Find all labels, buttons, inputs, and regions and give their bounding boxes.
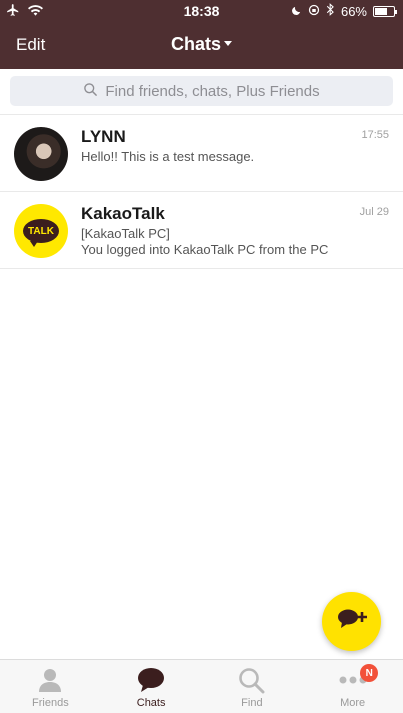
- tab-more[interactable]: More N: [302, 660, 403, 713]
- tab-friends[interactable]: Friends: [0, 660, 101, 713]
- search-icon: [238, 665, 265, 695]
- search-placeholder: Find friends, chats, Plus Friends: [105, 82, 320, 100]
- status-bar: 18:38 66%: [0, 0, 403, 22]
- caret-down-icon: [224, 41, 232, 47]
- avatar: TALK: [14, 204, 68, 258]
- kakaotalk-logo-icon: TALK: [23, 219, 59, 247]
- chat-time: 17:55: [361, 129, 389, 141]
- chat-list: LYNN 17:55 Hello!! This is a test messag…: [0, 115, 403, 269]
- bluetooth-icon: [326, 3, 335, 19]
- new-chat-icon: [337, 608, 367, 635]
- avatar: [14, 127, 68, 181]
- chat-preview-line: [KakaoTalk PC]: [81, 226, 170, 241]
- page-title[interactable]: Chats: [0, 34, 403, 55]
- chat-time: Jul 29: [359, 206, 389, 218]
- moon-icon: [291, 4, 302, 19]
- chat-bubble-icon: [137, 665, 165, 695]
- battery-percent: 66%: [340, 3, 367, 19]
- chat-name: KakaoTalk: [81, 204, 165, 223]
- chat-preview: [KakaoTalk PC] You logged into KakaoTalk…: [81, 226, 328, 258]
- person-icon: [37, 665, 63, 695]
- page-title-label: Chats: [170, 34, 221, 54]
- tab-label: Find: [241, 697, 263, 709]
- tab-bar: Friends Chats Find More N: [0, 659, 403, 713]
- tab-label: More: [340, 697, 366, 709]
- tab-chats[interactable]: Chats: [101, 660, 202, 713]
- chat-name: LYNN: [81, 127, 126, 146]
- chat-preview: Hello!! This is a test message.: [81, 149, 255, 164]
- search-bar-container: Find friends, chats, Plus Friends: [0, 69, 403, 115]
- navigation-bar: Edit Chats: [0, 22, 403, 69]
- new-chat-button[interactable]: [322, 592, 381, 651]
- search-icon: [83, 82, 98, 101]
- tab-label: Chats: [136, 697, 166, 709]
- chat-preview-line: You logged into KakaoTalk PC from the PC: [81, 242, 329, 257]
- search-input[interactable]: Find friends, chats, Plus Friends: [10, 76, 393, 106]
- tab-label: Friends: [32, 697, 69, 709]
- battery-icon: [373, 5, 397, 17]
- tab-find[interactable]: Find: [202, 660, 303, 713]
- app-header: 18:38 66% Edit Chats: [0, 0, 403, 69]
- rotation-lock-icon: [308, 4, 320, 19]
- notification-badge: N: [360, 664, 379, 682]
- chat-row-kakaotalk[interactable]: TALK KakaoTalk Jul 29 [KakaoTalk PC] You…: [0, 192, 403, 269]
- battery-level: [375, 7, 387, 15]
- chat-row-lynn[interactable]: LYNN 17:55 Hello!! This is a test messag…: [0, 115, 403, 192]
- status-right: 66%: [291, 3, 397, 19]
